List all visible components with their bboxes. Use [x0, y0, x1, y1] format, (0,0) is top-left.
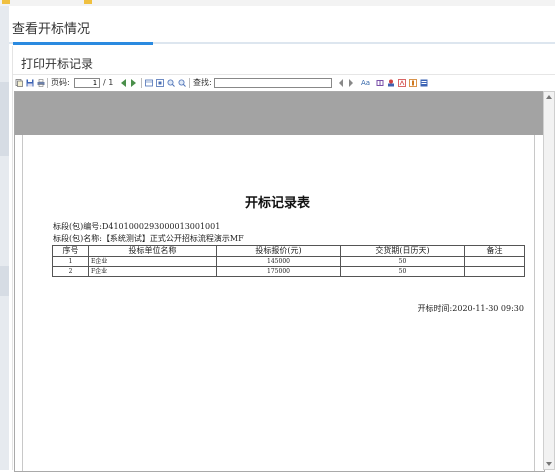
bookmark-folder-icon[interactable] [84, 0, 94, 5]
fit-page-icon[interactable] [156, 78, 164, 88]
report-toolbar: 页码: / 1 查找: [13, 76, 555, 90]
section-name-label: 标段(包)名称: [53, 234, 102, 243]
print-icon[interactable] [37, 78, 45, 88]
active-tab-indicator [13, 42, 153, 45]
toolbar-separator [189, 78, 190, 88]
cell-no: 1 [52, 256, 89, 267]
prev-page-icon[interactable] [131, 78, 136, 88]
open-time-line: 开标时间:2020-11-30 09:30 [418, 303, 524, 314]
page-total: / 1 [103, 78, 114, 87]
table-row: 1 E企业 145000 50 [52, 256, 525, 267]
section-name-line: 标段(包)名称:【系统测试】正式公开招标流程演示MF [53, 233, 244, 244]
scroll-up-icon[interactable] [546, 95, 552, 99]
pdf-icon[interactable] [398, 78, 406, 88]
find-case-icon[interactable]: Aa [361, 78, 370, 88]
vertical-scrollbar[interactable] [543, 91, 555, 470]
dialog-divider [13, 74, 555, 75]
find-prev-icon[interactable] [339, 78, 343, 88]
zoom-in-icon[interactable] [167, 78, 175, 88]
page-label: 页码: [51, 78, 70, 87]
report-title: 开标记录表 [244, 196, 310, 211]
cell-delivery: 50 [340, 256, 465, 267]
page-number-input[interactable] [74, 78, 100, 88]
bookmark-folder-icon[interactable] [2, 0, 12, 5]
export-icon[interactable] [145, 78, 153, 88]
section-code-label: 标段(包)编号: [53, 222, 102, 231]
cell-price: 175000 [216, 266, 341, 277]
copy-icon[interactable] [15, 78, 23, 88]
cell-remark [464, 266, 525, 277]
table-row: 2 F企业 175000 50 [52, 266, 525, 277]
toolbar-separator [141, 78, 142, 88]
cell-bidder: F企业 [88, 266, 217, 277]
sidebar-block [0, 266, 9, 296]
word-icon[interactable] [420, 78, 428, 88]
toolbar-separator [47, 78, 48, 88]
find-next-icon[interactable] [349, 78, 353, 88]
col-header-remark: 备注 [464, 245, 525, 257]
page-title: 查看开标情况 [12, 22, 91, 37]
cell-bidder: E企业 [88, 256, 217, 267]
table-header-row: 序号 投标单位名称 投标报价(元) 交货期(日历天) 备注 [52, 245, 525, 257]
page-input-wrap [74, 78, 100, 88]
cell-price: 145000 [216, 256, 341, 267]
cell-remark [464, 256, 525, 267]
save-icon[interactable] [26, 78, 34, 88]
main-panel: 查看开标情况 打印开标记录 页码: / 1 [9, 6, 555, 472]
col-header-bidder: 投标单位名称 [88, 245, 217, 257]
dialog-title: 打印开标记录 [21, 57, 94, 71]
section-code: D4101000293000013001001 [101, 222, 221, 231]
section-name: 【系统测试】正式公开招标流程演示MF [101, 234, 244, 243]
excel-icon[interactable] [409, 78, 417, 88]
cell-no: 2 [52, 266, 89, 277]
person-icon[interactable] [387, 78, 395, 88]
report-content: 开标记录表 标段(包)编号:D4101000293000013001001 标段… [22, 91, 533, 470]
view-icon[interactable] [376, 78, 384, 88]
col-header-price: 投标报价(元) [216, 245, 341, 257]
zoom-out-icon[interactable] [178, 78, 186, 88]
find-label: 查找: [193, 78, 212, 87]
bid-record-table: 序号 投标单位名称 投标报价(元) 交货期(日历天) 备注 1 E企业 1450… [52, 245, 525, 277]
scroll-down-icon[interactable] [546, 462, 552, 466]
open-time: 2020-11-30 09:30 [452, 304, 524, 313]
open-time-label: 开标时间: [417, 304, 453, 313]
cell-delivery: 50 [340, 266, 465, 277]
col-header-no: 序号 [52, 245, 89, 257]
col-header-delivery: 交货期(日历天) [340, 245, 465, 257]
tab-underline [9, 42, 555, 45]
print-dialog: 打印开标记录 页码: / 1 [12, 46, 555, 472]
first-page-icon[interactable] [121, 78, 126, 88]
sidebar-block [0, 82, 9, 156]
find-input-wrap [214, 78, 332, 88]
section-code-line: 标段(包)编号:D4101000293000013001001 [53, 221, 220, 232]
find-input[interactable] [214, 78, 332, 88]
left-sidebar [0, 6, 9, 470]
